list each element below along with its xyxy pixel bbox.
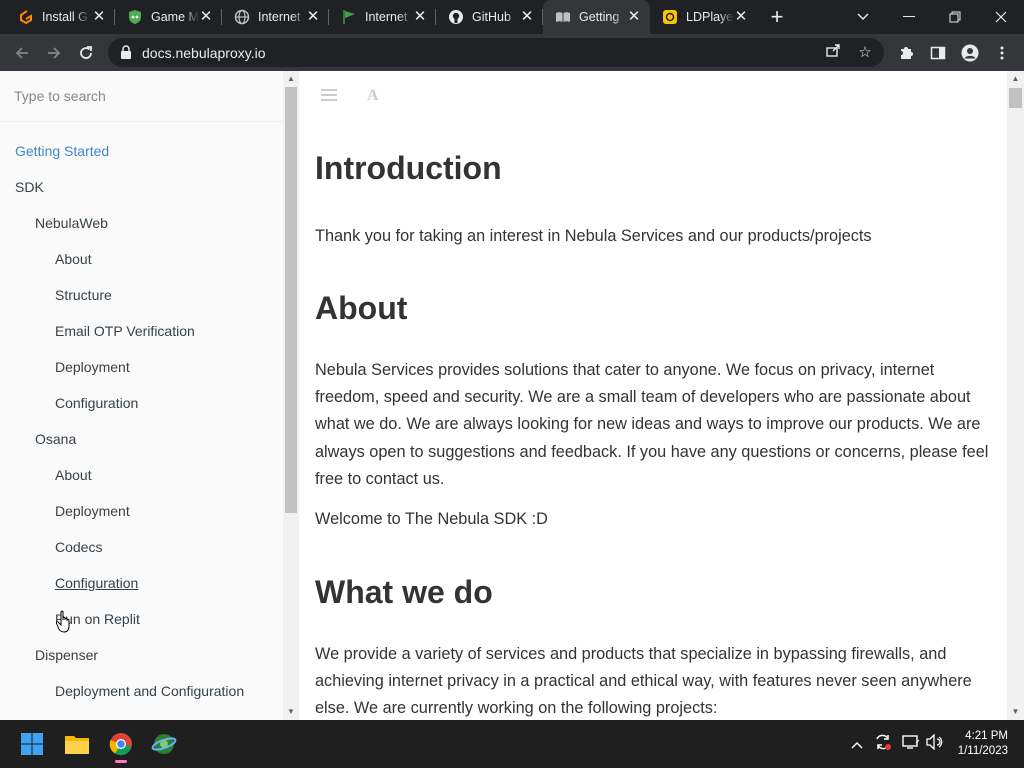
toc-menu-icon[interactable] bbox=[321, 88, 337, 105]
sidebar-item-structure[interactable]: Structure bbox=[55, 287, 112, 303]
heading-introduction: Introduction bbox=[315, 150, 502, 186]
url-text: docs.nebulaproxy.io bbox=[142, 45, 266, 61]
tab-strip: Install G ✕ Game M ✕ Internet ✕ Internet… bbox=[0, 0, 1024, 34]
sidebar-item-sdk[interactable]: SDK bbox=[15, 179, 44, 195]
system-clock[interactable]: 4:21 PM 1/11/2023 bbox=[958, 729, 1008, 759]
network-app-icon[interactable] bbox=[148, 728, 180, 760]
volume-icon[interactable] bbox=[926, 733, 944, 753]
font-settings-icon[interactable]: A bbox=[367, 87, 379, 105]
profile-avatar-icon[interactable] bbox=[956, 39, 984, 67]
shield-game-icon bbox=[127, 9, 143, 25]
scroll-down-arrow-icon[interactable]: ▼ bbox=[1007, 704, 1024, 720]
share-icon[interactable] bbox=[822, 42, 844, 64]
tab-title: Game M bbox=[151, 10, 199, 24]
sidebar-item-configuration[interactable]: Configuration bbox=[55, 395, 138, 411]
tab-title: GitHub bbox=[472, 10, 511, 24]
tab-title: Internet bbox=[258, 10, 301, 24]
clock-time: 4:21 PM bbox=[965, 730, 1008, 742]
tab-internet-1[interactable]: Internet ✕ bbox=[222, 0, 329, 34]
globe-icon bbox=[234, 9, 250, 25]
windows-start-icon[interactable] bbox=[16, 728, 48, 760]
tab-ldplayer[interactable]: LDPlaye ✕ bbox=[650, 0, 757, 34]
sidebar-item-osana-deployment[interactable]: Deployment bbox=[55, 503, 130, 519]
close-window-button[interactable] bbox=[978, 0, 1024, 34]
hand-cursor-icon bbox=[56, 610, 70, 633]
ldplayer-icon bbox=[662, 9, 678, 25]
close-tab-icon[interactable]: ✕ bbox=[198, 9, 214, 25]
sidebar-item-email-otp[interactable]: Email OTP Verification bbox=[55, 323, 195, 339]
forward-button[interactable] bbox=[40, 39, 68, 67]
tab-title: LDPlaye bbox=[686, 10, 734, 24]
minimize-button[interactable] bbox=[886, 0, 932, 34]
github-icon bbox=[448, 9, 464, 25]
sync-icon[interactable] bbox=[874, 733, 892, 754]
close-tab-icon[interactable]: ✕ bbox=[412, 9, 428, 25]
tab-search-chevron-icon[interactable] bbox=[840, 0, 886, 34]
bookmark-star-icon[interactable]: ☆ bbox=[854, 42, 876, 64]
windows-taskbar: 4:21 PM 1/11/2023 bbox=[0, 720, 1024, 768]
docs-sidebar: Getting Started SDK NebulaWeb About Stru… bbox=[0, 71, 283, 720]
sidebar-item-nebulaweb[interactable]: NebulaWeb bbox=[35, 215, 108, 231]
heading-about: About bbox=[315, 290, 408, 326]
close-tab-icon[interactable]: ✕ bbox=[91, 9, 107, 25]
network-status-icon[interactable] bbox=[902, 734, 920, 753]
address-bar[interactable]: docs.nebulaproxy.io ☆ bbox=[108, 38, 884, 67]
tab-install[interactable]: Install G ✕ bbox=[0, 0, 115, 34]
close-tab-icon[interactable]: ✕ bbox=[733, 9, 749, 25]
sidebar-search bbox=[0, 71, 283, 122]
tab-title: Getting bbox=[579, 10, 620, 24]
search-input[interactable] bbox=[14, 85, 264, 107]
tab-github[interactable]: GitHub ✕ bbox=[436, 0, 543, 34]
running-indicator bbox=[115, 760, 127, 763]
tab-getting-started[interactable]: Getting ✕ bbox=[543, 0, 650, 34]
file-explorer-icon[interactable] bbox=[61, 728, 93, 760]
new-tab-button[interactable]: + bbox=[764, 4, 790, 30]
sidebar-item-osana-configuration[interactable]: Configuration bbox=[55, 575, 138, 591]
close-tab-icon[interactable]: ✕ bbox=[305, 9, 321, 25]
tab-title: Internet bbox=[365, 10, 408, 24]
side-panel-icon[interactable] bbox=[924, 39, 952, 67]
browser-toolbar: docs.nebulaproxy.io ☆ bbox=[0, 34, 1024, 71]
web-page: Getting Started SDK NebulaWeb About Stru… bbox=[0, 71, 1024, 720]
welcome-paragraph: Welcome to The Nebula SDK :D bbox=[315, 510, 548, 528]
sidebar-item-about[interactable]: About bbox=[55, 251, 92, 267]
sidebar-item-deployment-and-configuration[interactable]: Deployment and Configuration bbox=[55, 683, 244, 699]
back-button[interactable] bbox=[8, 39, 36, 67]
tab-title: Install G bbox=[42, 10, 88, 24]
tab-game[interactable]: Game M ✕ bbox=[115, 0, 222, 34]
sidebar-item-dispenser[interactable]: Dispenser bbox=[35, 647, 98, 663]
scrollbar-thumb[interactable] bbox=[285, 87, 297, 513]
scroll-up-arrow-icon[interactable]: ▲ bbox=[283, 71, 299, 87]
close-tab-icon[interactable]: ✕ bbox=[626, 9, 642, 25]
menu-kebab-icon[interactable] bbox=[988, 39, 1016, 67]
restore-button[interactable] bbox=[932, 0, 978, 34]
page-scrollbar[interactable]: ▲ ▼ bbox=[1007, 71, 1024, 720]
green-flag-icon bbox=[341, 9, 357, 25]
scrollbar-thumb[interactable] bbox=[1009, 88, 1022, 108]
sidebar-item-deployment[interactable]: Deployment bbox=[55, 359, 130, 375]
lock-icon bbox=[120, 45, 132, 59]
reload-button[interactable] bbox=[72, 39, 100, 67]
book-icon bbox=[555, 9, 571, 25]
intro-paragraph: Thank you for taking an interest in Nebu… bbox=[315, 227, 872, 245]
sidebar-item-codecs[interactable]: Codecs bbox=[55, 539, 102, 555]
clock-date: 1/11/2023 bbox=[957, 745, 1008, 757]
scroll-down-arrow-icon[interactable]: ▼ bbox=[283, 704, 299, 720]
what-we-do-paragraph: We provide a variety of services and pro… bbox=[315, 645, 972, 718]
heading-what-we-do: What we do bbox=[315, 574, 493, 610]
extensions-puzzle-icon[interactable] bbox=[892, 39, 920, 67]
sidebar-item-osana[interactable]: Osana bbox=[35, 431, 76, 447]
main-content: A Introduction Thank you for taking an i… bbox=[299, 71, 1007, 720]
sidebar-scrollbar[interactable]: ▲ ▼ bbox=[283, 71, 299, 720]
gitpod-icon bbox=[18, 9, 34, 25]
scroll-up-arrow-icon[interactable]: ▲ bbox=[1007, 71, 1024, 87]
sidebar-item-getting-started[interactable]: Getting Started bbox=[15, 143, 109, 159]
tab-internet-2[interactable]: Internet ✕ bbox=[329, 0, 436, 34]
close-tab-icon[interactable]: ✕ bbox=[519, 9, 535, 25]
sidebar-item-osana-about[interactable]: About bbox=[55, 467, 92, 483]
about-paragraph: Nebula Services provides solutions that … bbox=[315, 361, 989, 488]
chrome-icon[interactable] bbox=[105, 728, 137, 763]
chevron-up-icon[interactable] bbox=[851, 736, 863, 752]
